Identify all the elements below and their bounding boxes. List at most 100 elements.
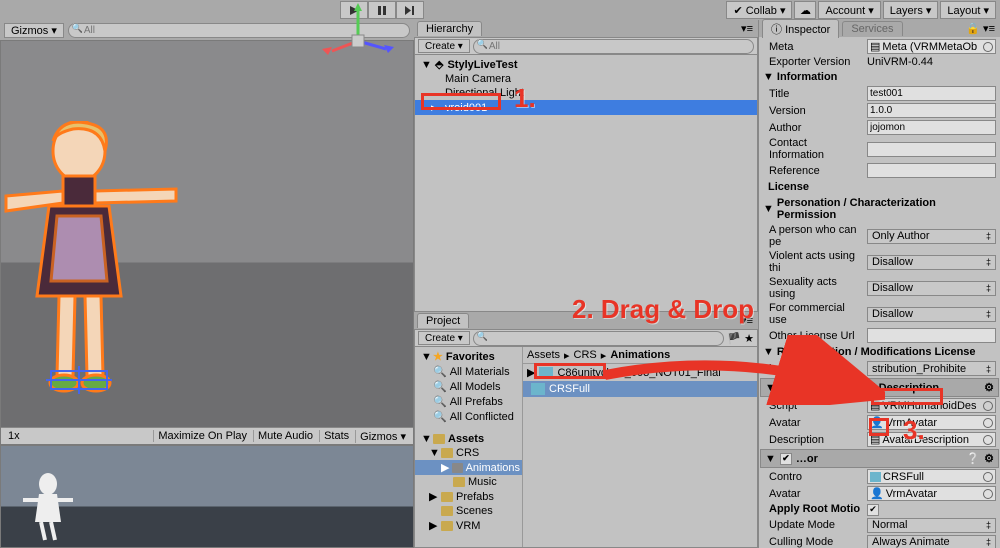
tree-folder[interactable]: ▶VRM [415, 518, 522, 533]
scene-column: Gizmos ▾ [0, 20, 414, 548]
version-field[interactable] [867, 103, 996, 118]
gear-icon[interactable]: ⚙ [984, 381, 994, 394]
main-toolbar: ✔Collab ▾ ☁ Account ▾ Layers ▾ Layout ▾ [0, 0, 1000, 20]
inspector-tab[interactable]: ⓘ Inspector [762, 19, 839, 38]
project-tree[interactable]: ▼★Favorites 🔍All Materials 🔍All Models 🔍… [415, 347, 523, 547]
hierarchy-tab[interactable]: Hierarchy [417, 21, 482, 36]
desc-label: Description [763, 434, 863, 446]
favorite-item[interactable]: 🔍All Prefabs [415, 394, 522, 409]
title-field[interactable] [867, 86, 996, 101]
hierarchy-search[interactable] [473, 39, 754, 54]
game-view[interactable] [0, 445, 414, 548]
step-button[interactable] [396, 1, 424, 19]
violent-label: Violent acts using thi [763, 250, 863, 274]
tree-folder[interactable]: ▶Prefabs [415, 489, 522, 504]
tree-folder[interactable]: Scenes [415, 504, 522, 518]
object-picker-icon[interactable] [983, 401, 993, 411]
inspector-body[interactable]: Meta▤Meta (VRMMetaOb Exporter VersionUni… [759, 37, 1000, 548]
toolbar-right: ✔Collab ▾ ☁ Account ▾ Layers ▾ Layout ▾ [726, 1, 996, 19]
favorite-item[interactable]: 🔍All Models [415, 379, 522, 394]
sexual-dropdown[interactable]: Disallow [867, 281, 996, 296]
scene-statusbar: 1x Maximize On Play Mute Audio Stats Giz… [1, 427, 413, 444]
avatar-preview [1, 121, 201, 401]
account-button[interactable]: Account ▾ [818, 1, 880, 19]
gizmos-dropdown[interactable]: Gizmos ▾ [4, 23, 64, 38]
object-picker-icon[interactable] [983, 472, 993, 482]
assets-header[interactable]: ▼Assets [415, 432, 522, 446]
asset-icon: ▤ [870, 433, 880, 446]
help-icon[interactable]: ❔ [966, 452, 980, 465]
desc-field[interactable]: ▤AvatarDescription [867, 432, 996, 447]
animator-component-header[interactable]: ▼✔…or❔⚙ [760, 449, 999, 468]
project-tab[interactable]: Project [417, 313, 469, 328]
information-header[interactable]: ▼Information [760, 69, 999, 85]
personation-header[interactable]: ▼Personation / Characterization Permissi… [760, 195, 999, 223]
controller-field[interactable]: CRSFull [867, 469, 996, 484]
hierarchy-toolbar: Create ▾ [414, 37, 758, 55]
exporter-value: UniVRM-0.44 [867, 56, 933, 68]
component-enable-checkbox[interactable]: ✔ [780, 453, 792, 465]
hierarchy-item-selected[interactable]: ▸vroid001 [415, 100, 757, 115]
updatemode-dropdown[interactable]: Normal [867, 518, 996, 533]
project-create-button[interactable]: Create ▾ [418, 331, 470, 345]
panel-menu-icon[interactable]: 🔒 ▾≡ [961, 22, 1000, 35]
title-label: Title [763, 88, 863, 100]
violent-dropdown[interactable]: Disallow [867, 255, 996, 270]
commercial-dropdown[interactable]: Disallow [867, 307, 996, 322]
game-avatar [21, 472, 76, 542]
person-dropdown[interactable]: Only Author [867, 229, 996, 244]
gizmos-toggle[interactable]: Gizmos ▾ [355, 430, 410, 443]
gear-icon[interactable]: ⚙ [984, 452, 994, 465]
favorites-header[interactable]: ▼★Favorites [415, 349, 522, 364]
middle-column: Hierarchy ▾≡ Create ▾ ▼⬘StylyLiveTest Ma… [414, 20, 758, 548]
hierarchy-create-button[interactable]: Create ▾ [418, 39, 470, 53]
hierarchy-scene-row[interactable]: ▼⬘StylyLiveTest [415, 57, 757, 72]
services-tab[interactable]: Services [842, 21, 902, 36]
annotation-arrow [595, 335, 885, 405]
mute-toggle[interactable]: Mute Audio [253, 430, 317, 442]
hierarchy-item[interactable]: Directional Light [415, 86, 757, 100]
object-picker-icon[interactable] [983, 435, 993, 445]
favorite-item[interactable]: 🔍All Materials [415, 364, 522, 379]
redist-dropdown[interactable]: stribution_Prohibite [867, 361, 996, 376]
hierarchy-body[interactable]: ▼⬘StylyLiveTest Main Camera Directional … [414, 55, 758, 312]
otherurl-field[interactable] [867, 328, 996, 343]
hierarchy-item[interactable]: Main Camera [415, 72, 757, 86]
author-field[interactable] [867, 120, 996, 135]
check-icon: ✔ [733, 4, 742, 17]
culling-dropdown[interactable]: Always Animate [867, 535, 996, 548]
reference-field[interactable] [867, 163, 996, 178]
author-label: Author [763, 122, 863, 134]
inspector-tabbar: ⓘ Inspector Services 🔒 ▾≡ [759, 20, 1000, 37]
favorite-item[interactable]: 🔍All Conflicted [415, 409, 522, 424]
scene-gizmo[interactable] [318, 1, 398, 81]
object-picker-icon[interactable] [983, 42, 993, 52]
hierarchy-tabbar: Hierarchy ▾≡ [414, 20, 758, 37]
scene-view[interactable]: 1x Maximize On Play Mute Audio Stats Giz… [0, 40, 414, 445]
controller-label: Contro [763, 471, 863, 483]
object-picker-icon[interactable] [983, 418, 993, 428]
object-picker-icon[interactable] [983, 489, 993, 499]
meta-field[interactable]: ▤Meta (VRMMetaOb [867, 39, 996, 54]
culling-label: Culling Mode [763, 536, 863, 548]
contact-field[interactable] [867, 142, 996, 157]
collab-button[interactable]: ✔Collab ▾ [726, 1, 792, 19]
layout-button[interactable]: Layout ▾ [940, 1, 996, 19]
asset-icon: ▤ [870, 40, 880, 53]
layers-button[interactable]: Layers ▾ [883, 1, 939, 19]
applyroot-checkbox[interactable]: ✔ [867, 504, 879, 516]
tree-folder[interactable]: ▼CRS [415, 446, 522, 460]
annotation-text-1: 1. [514, 83, 536, 114]
avatar-field[interactable]: 👤VrmAvatar [867, 415, 996, 430]
cloud-button[interactable]: ☁ [794, 1, 816, 19]
zoom-level: 1x [4, 430, 24, 442]
applyroot-label: Apply Root Motio [763, 503, 863, 515]
tree-folder-selected[interactable]: ▶Animations [415, 460, 522, 475]
maximize-toggle[interactable]: Maximize On Play [153, 430, 251, 442]
license-header: License [760, 179, 999, 195]
tree-folder[interactable]: Music [415, 475, 522, 489]
avatar2-field[interactable]: 👤VrmAvatar [867, 486, 996, 501]
panel-menu-icon[interactable]: ▾≡ [736, 22, 758, 35]
stats-toggle[interactable]: Stats [319, 430, 353, 442]
cloud-icon: ☁ [800, 4, 811, 17]
